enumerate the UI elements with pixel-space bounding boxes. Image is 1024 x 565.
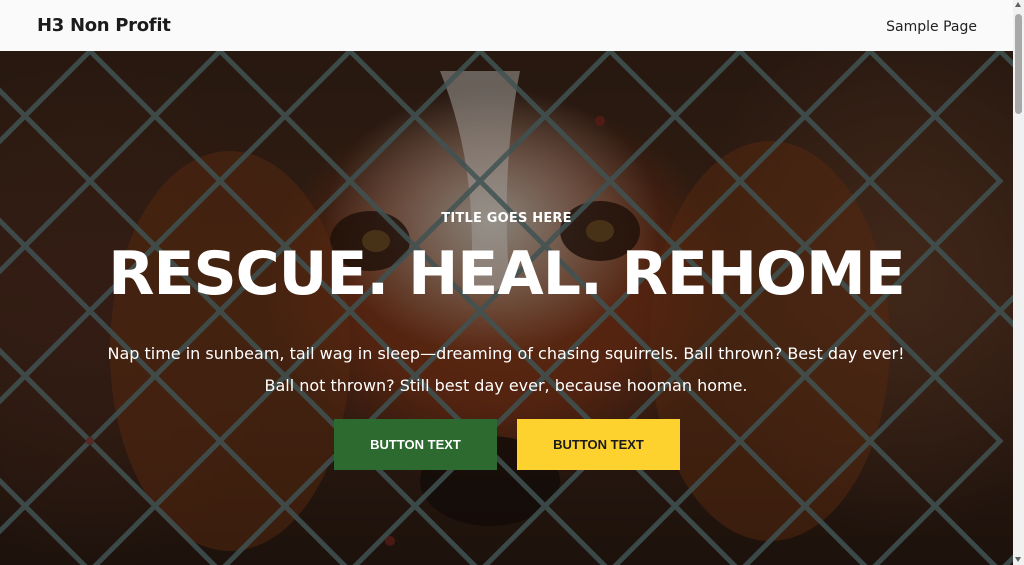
primary-cta-button[interactable]: BUTTON TEXT [334, 419, 497, 470]
hero-content: TITLE GOES HERE RESCUE. HEAL. REHOME Nap… [0, 51, 1013, 565]
scroll-up-arrow-icon[interactable] [1015, 2, 1021, 7]
vertical-scrollbar[interactable] [1013, 0, 1024, 565]
primary-nav: Sample Page [886, 16, 977, 35]
nav-item-sample-page[interactable]: Sample Page [886, 19, 977, 35]
scroll-down-arrow-icon[interactable] [1015, 557, 1021, 562]
hero-headline: RESCUE. HEAL. REHOME [108, 239, 905, 309]
site-header: H3 Non Profit Sample Page [0, 0, 1013, 51]
scrollbar-thumb[interactable] [1015, 14, 1022, 114]
hero-lead-text: Nap time in sunbeam, tail wag in sleep—d… [107, 344, 905, 395]
hero-section: TITLE GOES HERE RESCUE. HEAL. REHOME Nap… [0, 51, 1013, 565]
hero-eyebrow: TITLE GOES HERE [441, 211, 572, 226]
site-title[interactable]: H3 Non Profit [37, 15, 171, 36]
secondary-cta-button[interactable]: BUTTON TEXT [517, 419, 680, 470]
